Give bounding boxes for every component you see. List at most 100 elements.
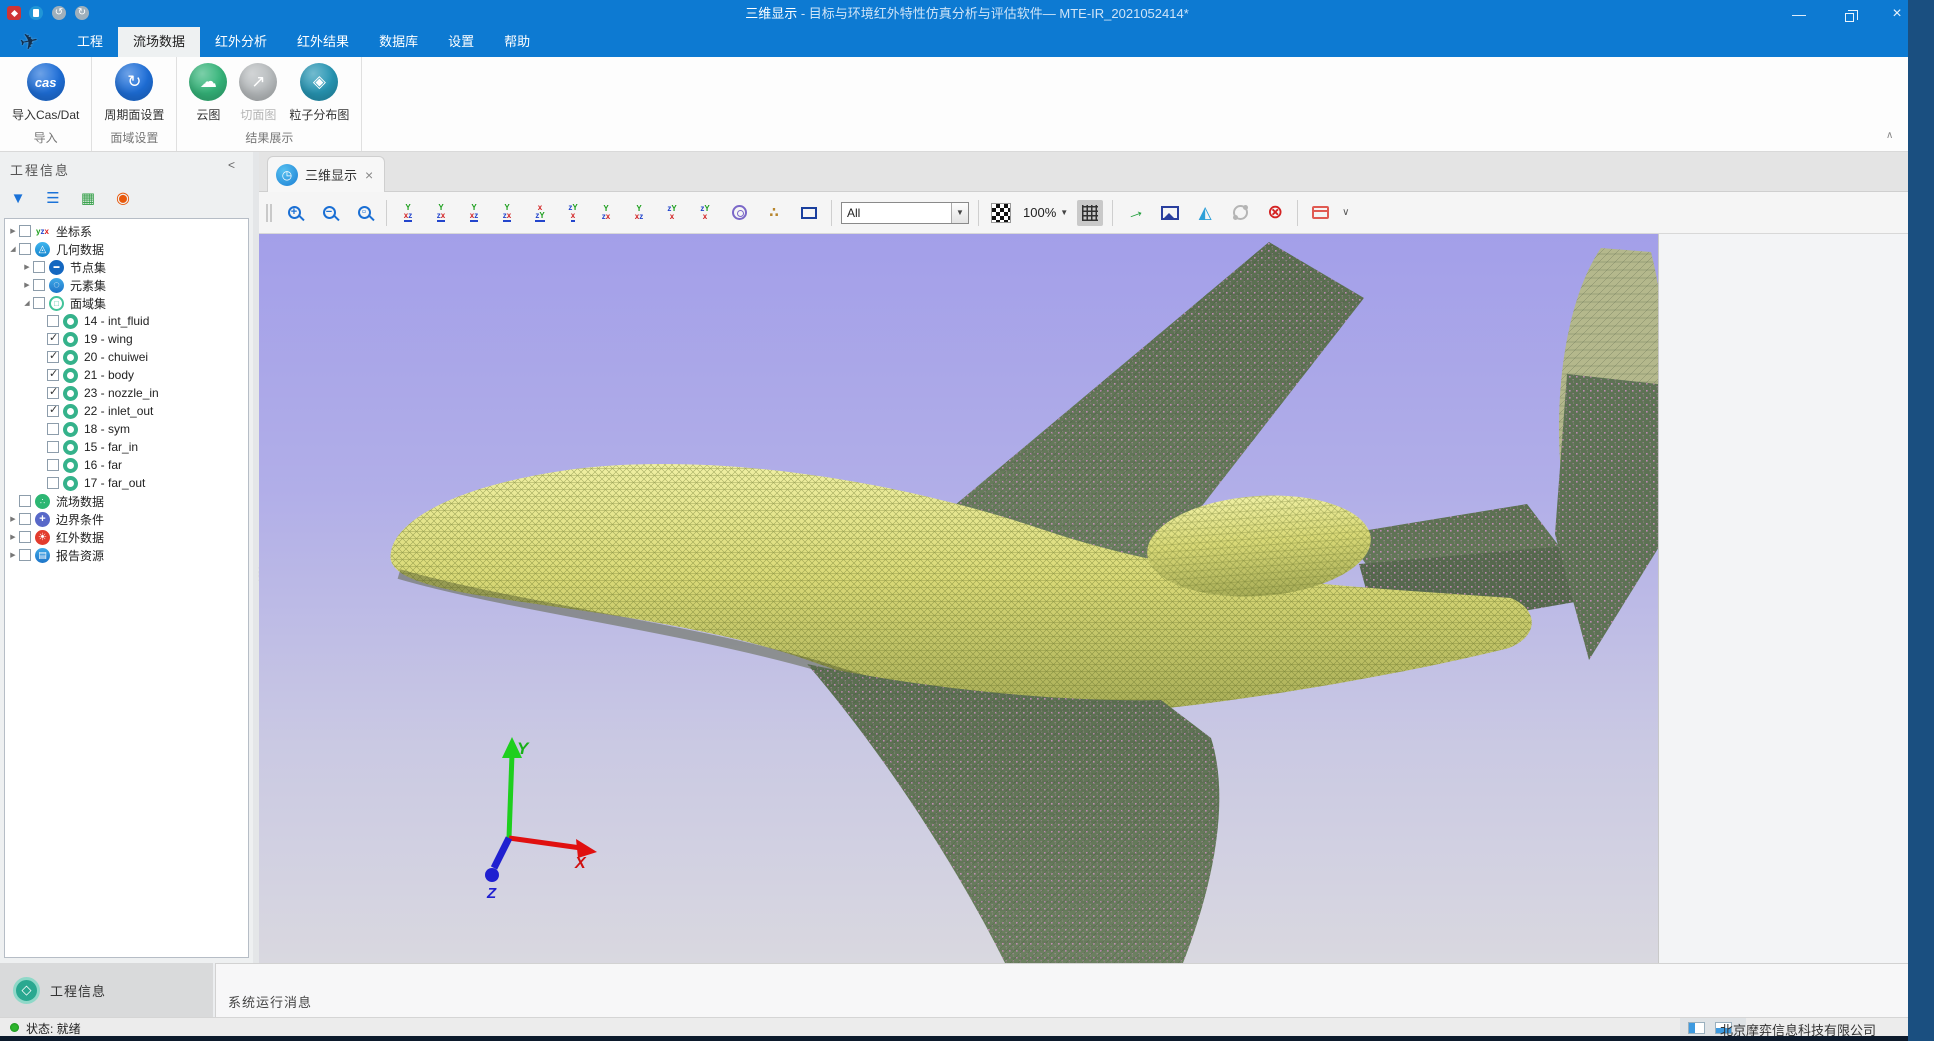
tree-expander[interactable]: ◢ [7,245,19,253]
menu-tab-流场数据[interactable]: 流场数据 [118,27,200,57]
tree-checkbox[interactable] [33,279,45,291]
layout-left-icon[interactable] [1688,1022,1705,1034]
view-right-button[interactable]: Yzx [495,201,519,225]
tree-expander[interactable]: ▶ [21,263,33,271]
mirror-button[interactable]: ◭ [1192,200,1218,226]
tree-item[interactable]: ◢◬几何数据 [5,240,248,258]
tab-3d-view[interactable]: ◷ 三维显示 × [267,156,385,192]
ribbon-button-particle[interactable]: ◈粒子分布图 [283,61,355,125]
tree-expander[interactable]: ▶ [7,227,19,235]
particle-points-button[interactable]: ∴ [761,200,787,226]
restore-button[interactable] [1834,4,1864,24]
panel-collapse-button[interactable]: < [228,158,235,172]
tree-item[interactable]: 21 - body [5,366,248,384]
toolbar-grip[interactable] [266,204,272,222]
tree-item[interactable]: 20 - chuiwei [5,348,248,366]
tree-item[interactable]: ▶▤报告资源 [5,546,248,564]
tree-item[interactable]: 22 - inlet_out [5,402,248,420]
list-view-icon[interactable]: ☰ [41,186,65,210]
snapshot-button[interactable] [1157,200,1183,226]
grid-view-icon[interactable]: ▦ [76,186,100,210]
ribbon-button-slice[interactable]: ↗切面图 [233,61,283,125]
tree-checkbox[interactable] [47,315,59,327]
menu-tab-帮助[interactable]: 帮助 [489,27,545,57]
dropdown-arrow-icon[interactable]: ▼ [951,203,968,223]
ribbon-button-clock[interactable]: ↻周期面设置 [98,61,170,125]
view-left-button[interactable]: Yxz [462,201,486,225]
tree-checkbox[interactable] [19,549,31,561]
tree-item[interactable]: 14 - int_fluid [5,312,248,330]
tree-checkbox[interactable] [47,405,59,417]
tree-expander[interactable]: ▶ [21,281,33,289]
mesh-display-button[interactable] [1077,200,1103,226]
tree-checkbox[interactable] [47,459,59,471]
view-back-button[interactable]: Yzx [429,201,453,225]
tree-expander[interactable]: ▶ [7,533,19,541]
export-share-button[interactable]: → [1122,200,1148,226]
tree-item[interactable]: ▶yzx坐标系 [5,222,248,240]
tree-checkbox[interactable] [33,297,45,309]
ribbon-button-cloud[interactable]: ☁云图 [183,61,233,125]
tree-item[interactable]: 17 - far_out [5,474,248,492]
bottom-panel-tab[interactable]: ◇ 工程信息 [0,963,213,1017]
archive-box-button[interactable] [1307,200,1333,226]
view-iso-4-button[interactable]: zYx [693,201,717,225]
probe-camera-button[interactable] [726,200,752,226]
tree-item[interactable]: 16 - far [5,456,248,474]
tree-checkbox[interactable] [33,261,45,273]
view-iso-3-button[interactable]: zYx [660,201,684,225]
tree-checkbox[interactable] [19,225,31,237]
menu-tab-数据库[interactable]: 数据库 [364,27,433,57]
tree-item[interactable]: 19 - wing [5,330,248,348]
3d-viewport[interactable]: Y X Z [259,234,1658,963]
locate-target-icon[interactable]: ◉ [111,186,135,210]
tree-checkbox[interactable] [47,351,59,363]
zoom-in-button[interactable]: + [281,200,307,226]
tree-checkbox[interactable] [19,495,31,507]
zoom-fit-button[interactable]: ▫ [351,200,377,226]
menu-tab-红外结果[interactable]: 红外结果 [282,27,364,57]
menu-tab-红外分析[interactable]: 红外分析 [200,27,282,57]
tree-item[interactable]: 15 - far_in [5,438,248,456]
tree-checkbox[interactable] [19,531,31,543]
menu-tab-设置[interactable]: 设置 [433,27,489,57]
ribbon-button-cas[interactable]: cas导入Cas/Dat [6,61,85,125]
transparency-button[interactable] [988,200,1014,226]
tree-checkbox[interactable] [47,441,59,453]
tree-item[interactable]: ◢□面域集 [5,294,248,312]
tree-checkbox[interactable] [19,243,31,255]
tree-checkbox[interactable] [47,333,59,345]
tree-checkbox[interactable] [47,387,59,399]
tree-item[interactable]: ▶+边界条件 [5,510,248,528]
delete-button[interactable]: ⊗ [1262,200,1288,226]
menu-tab-工程[interactable]: 工程 [62,27,118,57]
tree-item[interactable]: ▶▬节点集 [5,258,248,276]
view-top-button[interactable]: xzY [528,201,552,225]
tree-item[interactable]: 23 - nozzle_in [5,384,248,402]
display-filter-dropdown[interactable]: All ▼ [841,202,969,224]
tree-expander[interactable]: ◢ [21,299,33,307]
tree-checkbox[interactable] [47,369,59,381]
view-iso-1-button[interactable]: Yzx [594,201,618,225]
tree-item[interactable]: ▶☀红外数据 [5,528,248,546]
tree-item[interactable]: ∴流场数据 [5,492,248,510]
tree-expander[interactable]: ▶ [7,551,19,559]
tree-checkbox[interactable] [47,477,59,489]
tree-expander[interactable]: ▶ [7,515,19,523]
zoom-out-button[interactable]: − [316,200,342,226]
view-bottom-button[interactable]: zYx [561,201,585,225]
rect-select-button[interactable] [796,200,822,226]
ribbon-collapse-button[interactable]: ∧ [1886,130,1893,141]
network-button[interactable] [1227,200,1253,226]
view-iso-2-button[interactable]: Yxz [627,201,651,225]
tree-item[interactable]: ▶◌元素集 [5,276,248,294]
tree-item[interactable]: 18 - sym [5,420,248,438]
tab-close-icon[interactable]: × [365,167,373,183]
tree-checkbox[interactable] [19,513,31,525]
filter-icon[interactable]: ▼ [6,186,30,210]
tree-checkbox[interactable] [47,423,59,435]
view-front-button[interactable]: Yxz [396,201,420,225]
zoom-level-dropdown[interactable]: 100%▼ [1023,205,1068,220]
minimize-button[interactable]: — [1784,4,1814,24]
more-options-chevron-icon[interactable]: ∨ [1342,207,1349,218]
